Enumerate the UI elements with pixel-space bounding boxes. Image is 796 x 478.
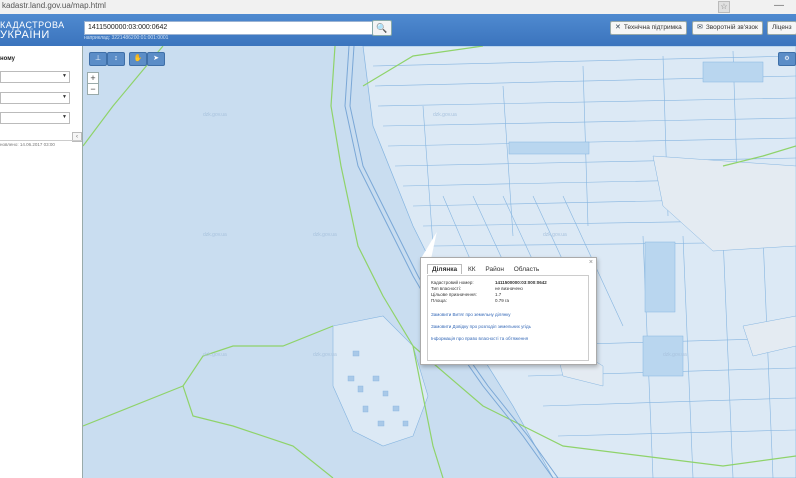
order-extract-link[interactable]: Замовити Витяг про земельну ділянку xyxy=(431,312,511,317)
tab-region[interactable]: Область xyxy=(510,265,544,274)
map-watermark: dzk.gov.ua xyxy=(433,112,457,118)
feedback-button[interactable]: ✉ Зворотній зв'язок xyxy=(692,21,763,35)
cadastral-number-value: 1411500000:03:000:0642 xyxy=(495,280,547,285)
pan-tool-button[interactable]: ✋ xyxy=(129,52,147,66)
map-watermark: dzk.gov.ua xyxy=(313,352,337,358)
search-icon: 🔍 xyxy=(376,23,388,33)
map-watermark: dzk.gov.ua xyxy=(203,232,227,238)
mail-icon: ✉ xyxy=(697,24,703,31)
layers-icon: ⚙ xyxy=(784,56,790,62)
sidebar-divider xyxy=(0,140,82,141)
app-header: КАДАСТРОВА УКРАЇНИ 1411500000:03:000:064… xyxy=(0,14,796,46)
row-label: Кадастровий номер: xyxy=(431,280,474,285)
ownership-value: не визначено xyxy=(495,286,523,291)
row-label: Площа: xyxy=(431,298,447,303)
popup-body: Кадастровий номер: 1411500000:03:000:0642… xyxy=(427,275,589,361)
row-purpose: Цільове призначення: 1.7 xyxy=(431,292,501,297)
license-button[interactable]: Ліценз xyxy=(767,21,796,35)
chevron-down-icon: ▼ xyxy=(62,94,67,100)
row-label: Цільове призначення: xyxy=(431,292,477,297)
minimize-icon[interactable]: — xyxy=(774,0,784,11)
support-button[interactable]: ✕ Технічна підтримка xyxy=(610,21,687,35)
tab-district[interactable]: Район xyxy=(481,265,508,274)
url-text: kadastr.land.gov.ua/map.html xyxy=(2,1,106,10)
measure-tool-button[interactable]: ⊥ xyxy=(89,52,107,66)
chevron-down-icon: ▼ xyxy=(62,114,67,120)
district-select[interactable]: ▼ xyxy=(0,92,70,104)
map-watermark: dzk.gov.ua xyxy=(203,352,227,358)
license-label: Ліценз xyxy=(772,24,792,31)
ownership-info-link[interactable]: Інформація про право власності та обтяже… xyxy=(431,336,528,341)
support-label: Технічна підтримка xyxy=(623,24,682,31)
close-icon[interactable]: × xyxy=(589,259,593,266)
order-certificate-link[interactable]: Замовити Довідку про розподіл земельних … xyxy=(431,324,531,329)
area-value: 0.79 га xyxy=(495,298,510,303)
hand-icon: ✋ xyxy=(133,55,143,62)
search-button[interactable]: 🔍 xyxy=(372,20,392,36)
layers-button[interactable]: ⚙ xyxy=(778,52,796,66)
pointer-icon: ➤ xyxy=(153,55,159,62)
popup-tabs: Ділянка КК Район Область xyxy=(427,264,543,274)
map-watermark: dzk.gov.ua xyxy=(543,232,567,238)
council-select[interactable]: ▼ xyxy=(0,112,70,124)
logo-line2: УКРАЇНИ xyxy=(0,29,50,41)
region-select[interactable]: ▼ xyxy=(0,71,70,83)
chevron-down-icon: ▼ xyxy=(62,73,67,79)
map-watermark: dzk.gov.ua xyxy=(663,352,687,358)
row-area: Площа: 0.79 га xyxy=(431,298,509,303)
site-logo[interactable]: КАДАСТРОВА УКРАЇНИ xyxy=(0,20,65,41)
sidebar: ному ▼ ▼ ▼ ‹ новлено: 14.06.2017 03:00 xyxy=(0,46,83,478)
updated-date: новлено: 14.06.2017 03:00 xyxy=(0,142,55,147)
ruler-icon: ⊥ xyxy=(94,55,102,62)
map-watermark: dzk.gov.ua xyxy=(203,112,227,118)
search-hint: наприклад: 3221486200:01:001:0001 xyxy=(84,35,169,41)
row-cadastral-number: Кадастровий номер: 1411500000:03:000:0642 xyxy=(431,280,547,285)
area-icon: ↕ xyxy=(114,55,118,62)
tab-kk[interactable]: КК xyxy=(464,265,480,274)
tools-icon: ✕ xyxy=(615,24,621,31)
browser-address-bar[interactable]: kadastr.land.gov.ua/map.html ☆ — xyxy=(0,0,796,15)
search-input[interactable]: 1411500000:03:000:0642 xyxy=(84,21,373,35)
tab-parcel[interactable]: Ділянка xyxy=(427,264,463,274)
parcel-info-popup: × Ділянка КК Район Область Кадастровий н… xyxy=(420,257,597,365)
row-label: Тип власності: xyxy=(431,286,461,291)
map-view[interactable]: dzk.gov.ua dzk.gov.ua dzk.gov.ua dzk.gov… xyxy=(83,46,796,478)
feedback-label: Зворотній зв'язок xyxy=(705,24,758,31)
purpose-value: 1.7 xyxy=(495,292,502,297)
sidebar-title: ному xyxy=(0,56,15,62)
info-tool-button[interactable]: ➤ xyxy=(147,52,165,66)
area-tool-button[interactable]: ↕ xyxy=(107,52,125,66)
zoom-out-button[interactable]: − xyxy=(87,83,99,95)
bookmark-star-icon[interactable]: ☆ xyxy=(718,1,730,13)
map-watermark: dzk.gov.ua xyxy=(313,232,337,238)
row-ownership-type: Тип власності: не визначено xyxy=(431,286,523,291)
